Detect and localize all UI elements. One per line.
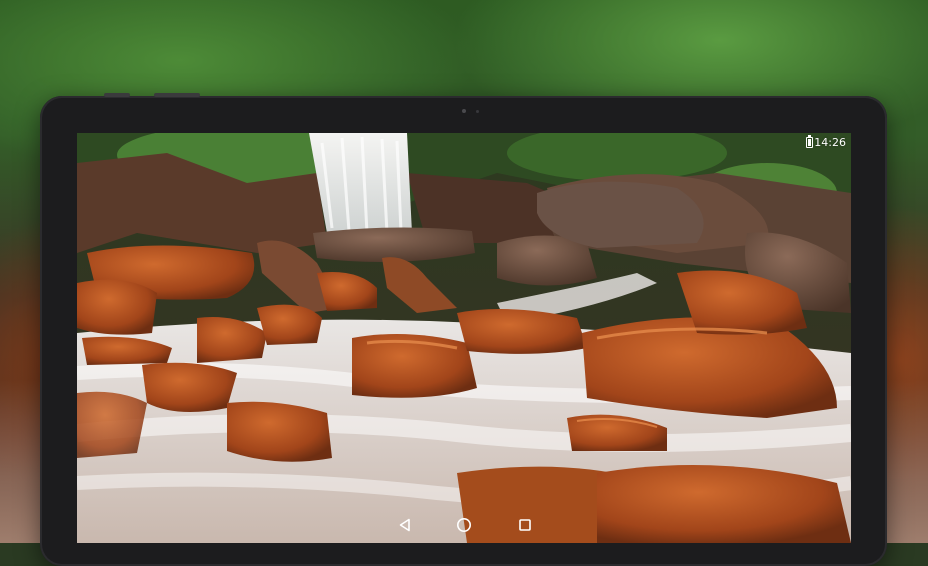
front-camera-icon (462, 109, 466, 113)
volume-button (104, 93, 130, 97)
waterfall-wallpaper (77, 133, 851, 543)
home-circle-icon (457, 518, 471, 532)
recents-square-icon (519, 519, 531, 531)
sensor-icon (476, 110, 479, 113)
back-button[interactable] (393, 513, 417, 537)
tablet-screen: 14:26 (77, 133, 851, 543)
recents-button[interactable] (513, 513, 537, 537)
home-button[interactable] (452, 513, 476, 537)
back-triangle-icon (399, 518, 410, 532)
navigation-bar (77, 507, 851, 543)
status-time: 14:26 (814, 136, 846, 149)
battery-full-icon (806, 135, 813, 148)
status-bar: 14:26 (77, 133, 851, 153)
power-button (154, 93, 200, 97)
